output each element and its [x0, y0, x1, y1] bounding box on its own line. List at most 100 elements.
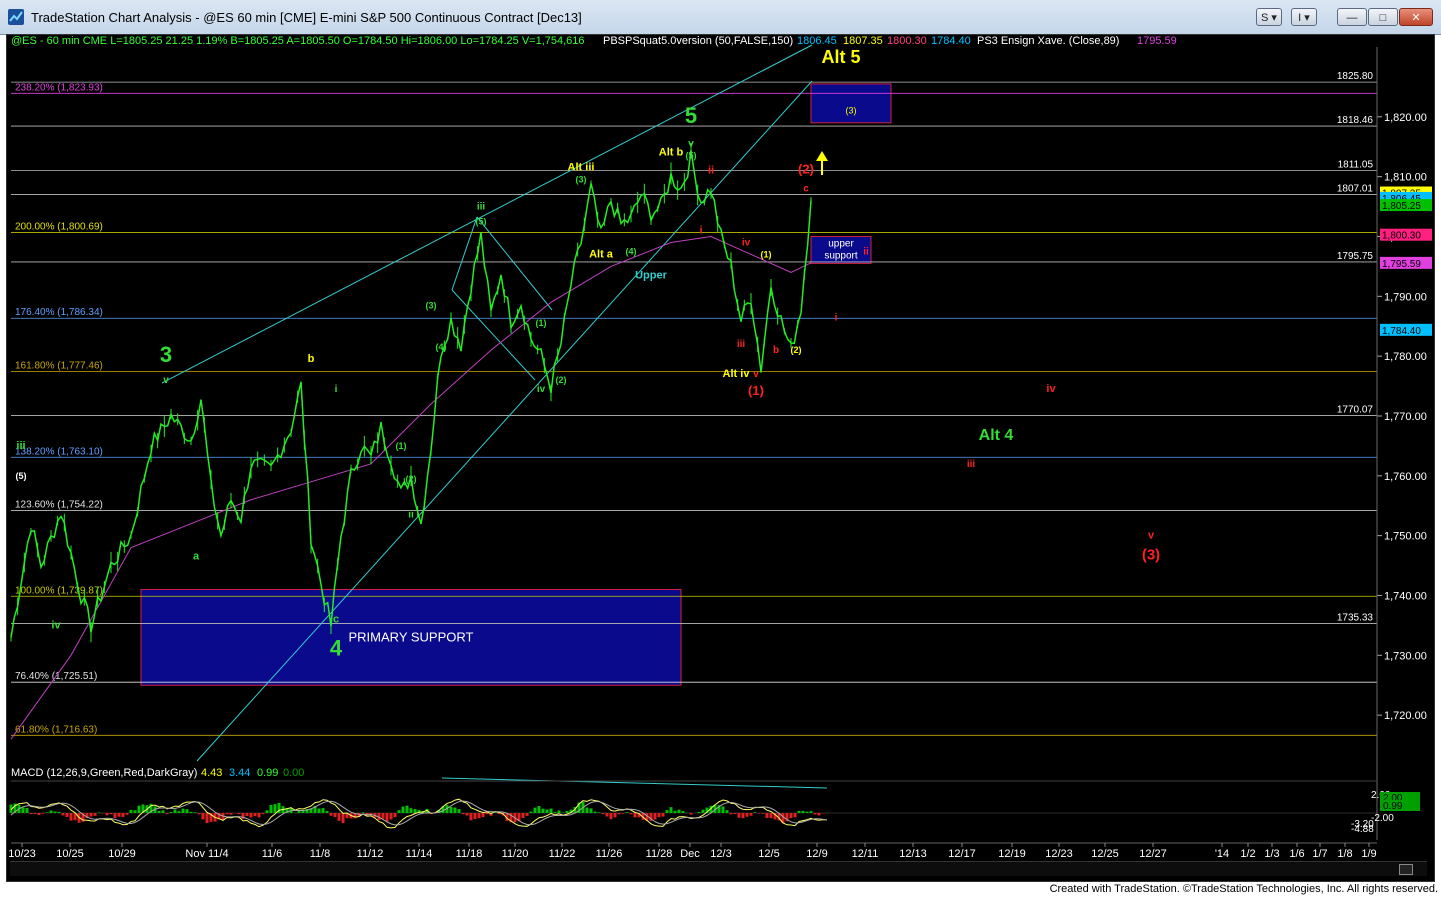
fib-level-label: 138.20% (1,763.10)	[15, 446, 103, 457]
close-button[interactable]: ✕	[1399, 8, 1433, 26]
x-tick-label: 10/23	[8, 848, 36, 860]
wave-label: v	[753, 369, 759, 380]
x-tick-label: 11/22	[549, 848, 576, 860]
y-tick-label: 1,760.00	[1384, 471, 1427, 483]
y-tick-label: 1,820.00	[1384, 112, 1427, 124]
wave-label: Upper	[635, 269, 668, 281]
horizontal-level-label: 1811.05	[1338, 159, 1374, 170]
wave-label: v	[1148, 530, 1155, 542]
wave-label: i	[835, 312, 838, 323]
price-badge-label: 1,784.40	[1382, 326, 1421, 337]
price-series	[10, 142, 812, 643]
xave-value: 1795.59	[1137, 35, 1177, 47]
horizontal-scrollbar[interactable]	[10, 861, 1427, 876]
maximize-button[interactable]: □	[1368, 8, 1398, 26]
wave-label: iii	[967, 459, 976, 470]
wave-label: (1)	[396, 441, 407, 451]
x-tick-label: 1/8	[1337, 848, 1352, 860]
price-badge-label: 1,800.30	[1382, 231, 1421, 242]
title-bar: TradeStation Chart Analysis - @ES 60 min…	[0, 0, 1441, 35]
macd-value-3: 0.99	[257, 767, 278, 779]
x-tick-label: 12/17	[948, 848, 976, 860]
wave-label: (5)	[686, 151, 697, 161]
wave-label: iv	[537, 384, 546, 395]
wave-label: v	[688, 139, 694, 150]
macd-badge-label: 0.99	[1383, 801, 1403, 812]
wave-label: ii	[408, 510, 414, 521]
y-tick-label: 1,750.00	[1384, 531, 1427, 543]
time-axis[interactable]: 10/23 10/25 10/29 Nov 11/4 11/6 11/8 11/12 11/1…	[8, 842, 1377, 860]
wave-label: Alt 4	[979, 427, 1014, 444]
fib-level-label: 238.20% (1,823.93)	[15, 82, 103, 93]
wave-label: ii	[863, 246, 869, 257]
support-boxes: PRIMARY SUPPORT uppersupport (3)	[140, 83, 892, 686]
x-tick-label: 12/27	[1139, 848, 1167, 860]
price-badges: 1,807.351,806.451,805.251,800.301,795.59…	[1380, 186, 1432, 337]
price-chart[interactable]: PRIMARY SUPPORT uppersupport (3) 1825.80 18…	[7, 35, 1434, 881]
wave-label: (3)	[576, 175, 587, 185]
x-tick-label: 12/13	[899, 848, 927, 860]
indicator-value-4: 1784.40	[931, 35, 971, 47]
x-tick-label: 12/11	[852, 848, 879, 860]
wave-label: b	[308, 353, 315, 365]
x-tick-label: 1/7	[1312, 848, 1327, 860]
x-tick-label: 11/28	[646, 848, 673, 860]
fib-level-label: 123.60% (1,754.22)	[15, 499, 103, 510]
wave-labels: 5v(5)Alt bAlt iii(3)iii(5)Alt a (4)Upper(…	[16, 47, 1161, 660]
triangle-line-b	[476, 216, 553, 311]
wave-label: (4)	[626, 246, 637, 256]
y-tick-label: 1,740.00	[1384, 590, 1427, 602]
wave-label: Alt iii	[568, 162, 595, 174]
wave-label: c	[803, 184, 809, 195]
x-tick-label: 10/29	[108, 848, 136, 860]
x-tick-label: 11/26	[596, 848, 623, 860]
wave-label: (3)	[1142, 547, 1160, 564]
fib-level-label: 161.80% (1,777.46)	[15, 360, 103, 371]
window-title: TradeStation Chart Analysis - @ES 60 min…	[31, 10, 582, 25]
x-tick-label: 1/9	[1361, 848, 1376, 860]
horizontal-level-label: 1770.07	[1337, 405, 1374, 416]
x-tick-label: 12/23	[1045, 848, 1073, 860]
wave-label: v	[163, 375, 169, 386]
support-box-label: upper	[828, 238, 854, 249]
indicator-value-2: 1807.35	[843, 35, 883, 47]
wave-label: (2)	[791, 345, 802, 355]
wave-label: (1)	[761, 249, 772, 259]
price-badge-label: 1,805.25	[1382, 201, 1421, 212]
wave-label: iii	[737, 339, 746, 350]
x-tick-label: 11/14	[406, 848, 433, 860]
fib-level-label: 100.00% (1,739.87)	[15, 585, 103, 596]
macd-divergence-line	[441, 777, 828, 789]
symbol-button[interactable]: S ▾	[1256, 8, 1282, 26]
x-tick-label: Nov 11/4	[185, 848, 228, 860]
wave-label: Alt 5	[821, 47, 860, 67]
wave-label: iv	[1046, 383, 1056, 395]
x-tick-label: 12/9	[806, 848, 827, 860]
indicator-name: PBSPSquat5.0version (50,FALSE,150)	[603, 35, 793, 47]
minimize-button[interactable]: —	[1337, 8, 1367, 26]
indicator-button[interactable]: I ▾	[1291, 8, 1317, 26]
wave-label: Alt a	[589, 248, 614, 260]
fib-level-label: 200.00% (1,800.69)	[15, 221, 103, 232]
copyright-credit: Created with TradeStation. ©TradeStation…	[1049, 883, 1438, 895]
price-axis[interactable]: 1,720.00 1,730.00 1,740.00 1,750.00 1,760.00…	[1376, 47, 1427, 840]
wave-label: iii	[16, 440, 25, 452]
scrollbar-thumb[interactable]	[1399, 864, 1413, 875]
y-tick-label: 1,790.00	[1384, 291, 1427, 303]
y-tick-label: 1,720.00	[1384, 710, 1427, 722]
wave-label: i	[699, 225, 702, 237]
x-tick-label: '14	[1215, 848, 1229, 860]
wave-label: iv	[742, 237, 751, 248]
wave-label: iii	[477, 202, 486, 213]
channel-upper-line	[161, 44, 813, 384]
symbol-info: @ES - 60 min CME L=1805.25 21.25 1.19% B…	[11, 35, 585, 47]
macd-tick-label: -2.00	[1371, 813, 1394, 824]
horizontal-level-label: 1735.33	[1337, 612, 1374, 623]
support-box-label: support	[824, 250, 858, 261]
horizontal-level-label: 1795.75	[1337, 251, 1374, 262]
wave-label: 4	[330, 635, 343, 660]
x-tick-label: 11/6	[262, 848, 283, 860]
x-tick-label: 11/18	[456, 848, 483, 860]
x-tick-label: 11/8	[310, 848, 331, 860]
y-tick-label: 1,730.00	[1384, 650, 1427, 662]
